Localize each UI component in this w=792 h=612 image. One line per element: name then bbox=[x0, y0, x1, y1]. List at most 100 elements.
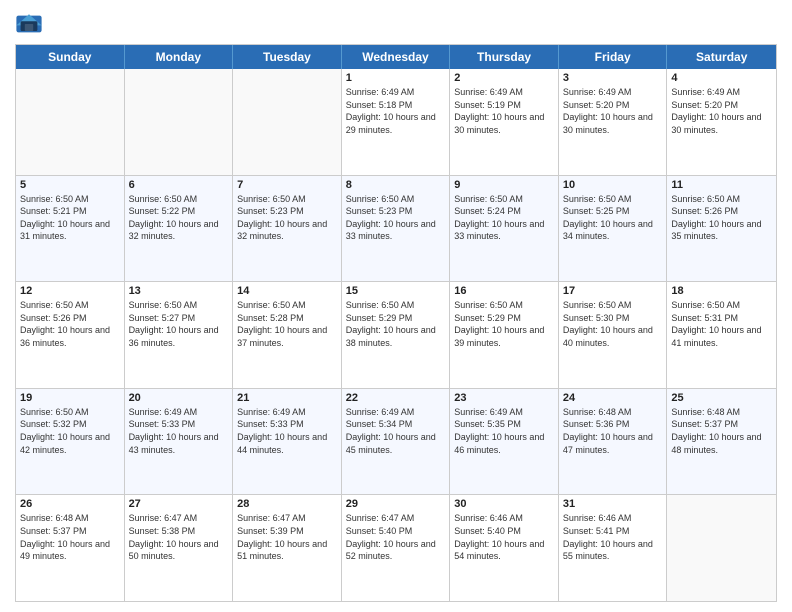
day-number: 6 bbox=[129, 179, 229, 191]
day-number: 16 bbox=[454, 285, 554, 297]
cal-header-sunday: Sunday bbox=[16, 45, 125, 69]
cal-cell-day-29: 29 Sunrise: 6:47 AMSunset: 5:40 PMDayligh… bbox=[342, 495, 451, 601]
cal-cell-day-15: 15Sunrise: 6:50 AMSunset: 5:29 PMDayligh… bbox=[342, 282, 451, 388]
cal-cell-day-21: 21 Sunrise: 6:49 AMSunset: 5:33 PMDayligh… bbox=[233, 389, 342, 495]
day-number: 27 bbox=[129, 498, 229, 510]
cal-week-row-5: 26 Sunrise: 6:48 AMSunset: 5:37 PMDayligh… bbox=[16, 494, 776, 601]
day-info: Sunrise: 6:49 AMSunset: 5:19 PMDaylight:… bbox=[454, 86, 554, 136]
day-number: 15 bbox=[346, 285, 446, 297]
cal-cell-empty bbox=[667, 495, 776, 601]
day-info: Sunrise: 6:49 AMSunset: 5:35 PMDaylight:… bbox=[454, 406, 554, 456]
cal-cell-day-30: 30 Sunrise: 6:46 AMSunset: 5:40 PMDayligh… bbox=[450, 495, 559, 601]
cal-cell-day-3: 3Sunrise: 6:49 AMSunset: 5:20 PMDaylight… bbox=[559, 69, 668, 175]
day-info: Sunrise: 6:49 AMSunset: 5:20 PMDaylight:… bbox=[671, 86, 772, 136]
cal-week-row-1: 1 Sunrise: 6:49 AMSunset: 5:18 PMDaylight… bbox=[16, 69, 776, 175]
day-info: Sunrise: 6:48 AMSunset: 5:36 PMDaylight:… bbox=[563, 406, 663, 456]
day-number: 29 bbox=[346, 498, 446, 510]
cal-cell-day-19: 19 Sunrise: 6:50 AMSunset: 5:32 PMDayligh… bbox=[16, 389, 125, 495]
cal-header-wednesday: Wednesday bbox=[342, 45, 451, 69]
day-info: Sunrise: 6:49 AMSunset: 5:33 PMDaylight:… bbox=[129, 406, 229, 456]
cal-cell-day-9: 9Sunrise: 6:50 AMSunset: 5:24 PMDaylight… bbox=[450, 176, 559, 282]
cal-cell-day-14: 14 Sunrise: 6:50 AMSunset: 5:28 PMDayligh… bbox=[233, 282, 342, 388]
day-info: Sunrise: 6:49 AMSunset: 5:33 PMDaylight:… bbox=[237, 406, 337, 456]
logo bbox=[15, 10, 47, 38]
day-number: 5 bbox=[20, 179, 120, 191]
day-number: 13 bbox=[129, 285, 229, 297]
day-info: Sunrise: 6:50 AMSunset: 5:23 PMDaylight:… bbox=[346, 193, 446, 243]
day-info: Sunrise: 6:50 AMSunset: 5:27 PMDaylight:… bbox=[129, 299, 229, 349]
day-number: 25 bbox=[671, 392, 772, 404]
day-number: 22 bbox=[346, 392, 446, 404]
cal-cell-day-25: 25 Sunrise: 6:48 AMSunset: 5:37 PMDayligh… bbox=[667, 389, 776, 495]
cal-cell-day-16: 16Sunrise: 6:50 AMSunset: 5:29 PMDayligh… bbox=[450, 282, 559, 388]
cal-cell-day-8: 8 Sunrise: 6:50 AMSunset: 5:23 PMDaylight… bbox=[342, 176, 451, 282]
day-number: 9 bbox=[454, 179, 554, 191]
page: SundayMondayTuesdayWednesdayThursdayFrid… bbox=[0, 0, 792, 612]
cal-header-friday: Friday bbox=[559, 45, 668, 69]
day-info: Sunrise: 6:50 AMSunset: 5:28 PMDaylight:… bbox=[237, 299, 337, 349]
cal-cell-day-20: 20 Sunrise: 6:49 AMSunset: 5:33 PMDayligh… bbox=[125, 389, 234, 495]
day-number: 1 bbox=[346, 72, 446, 84]
cal-cell-day-28: 28Sunrise: 6:47 AMSunset: 5:39 PMDayligh… bbox=[233, 495, 342, 601]
cal-cell-day-27: 27 Sunrise: 6:47 AMSunset: 5:38 PMDayligh… bbox=[125, 495, 234, 601]
cal-cell-day-5: 5 Sunrise: 6:50 AMSunset: 5:21 PMDaylight… bbox=[16, 176, 125, 282]
day-number: 7 bbox=[237, 179, 337, 191]
day-number: 17 bbox=[563, 285, 663, 297]
day-number: 20 bbox=[129, 392, 229, 404]
cal-cell-empty bbox=[125, 69, 234, 175]
cal-cell-day-10: 10 Sunrise: 6:50 AMSunset: 5:25 PMDayligh… bbox=[559, 176, 668, 282]
cal-cell-day-18: 18 Sunrise: 6:50 AMSunset: 5:31 PMDayligh… bbox=[667, 282, 776, 388]
cal-cell-day-17: 17 Sunrise: 6:50 AMSunset: 5:30 PMDayligh… bbox=[559, 282, 668, 388]
day-number: 18 bbox=[671, 285, 772, 297]
day-number: 19 bbox=[20, 392, 120, 404]
cal-cell-day-7: 7Sunrise: 6:50 AMSunset: 5:23 PMDaylight… bbox=[233, 176, 342, 282]
day-number: 4 bbox=[671, 72, 772, 84]
cal-cell-day-12: 12Sunrise: 6:50 AMSunset: 5:26 PMDayligh… bbox=[16, 282, 125, 388]
day-info: Sunrise: 6:50 AMSunset: 5:25 PMDaylight:… bbox=[563, 193, 663, 243]
cal-cell-day-1: 1 Sunrise: 6:49 AMSunset: 5:18 PMDaylight… bbox=[342, 69, 451, 175]
cal-cell-day-6: 6 Sunrise: 6:50 AMSunset: 5:22 PMDaylight… bbox=[125, 176, 234, 282]
day-info: Sunrise: 6:50 AMSunset: 5:26 PMDaylight:… bbox=[20, 299, 120, 349]
day-number: 8 bbox=[346, 179, 446, 191]
cal-cell-day-11: 11 Sunrise: 6:50 AMSunset: 5:26 PMDayligh… bbox=[667, 176, 776, 282]
day-number: 26 bbox=[20, 498, 120, 510]
cal-week-row-4: 19 Sunrise: 6:50 AMSunset: 5:32 PMDayligh… bbox=[16, 388, 776, 495]
cal-cell-day-24: 24Sunrise: 6:48 AMSunset: 5:36 PMDayligh… bbox=[559, 389, 668, 495]
cal-cell-day-22: 22Sunrise: 6:49 AMSunset: 5:34 PMDayligh… bbox=[342, 389, 451, 495]
cal-cell-day-31: 31 Sunrise: 6:46 AMSunset: 5:41 PMDayligh… bbox=[559, 495, 668, 601]
day-number: 11 bbox=[671, 179, 772, 191]
day-number: 31 bbox=[563, 498, 663, 510]
cal-cell-empty bbox=[233, 69, 342, 175]
cal-cell-day-4: 4 Sunrise: 6:49 AMSunset: 5:20 PMDaylight… bbox=[667, 69, 776, 175]
day-number: 23 bbox=[454, 392, 554, 404]
day-info: Sunrise: 6:50 AMSunset: 5:21 PMDaylight:… bbox=[20, 193, 120, 243]
day-info: Sunrise: 6:48 AMSunset: 5:37 PMDaylight:… bbox=[671, 406, 772, 456]
day-number: 10 bbox=[563, 179, 663, 191]
day-info: Sunrise: 6:47 AMSunset: 5:40 PMDaylight:… bbox=[346, 512, 446, 562]
day-number: 2 bbox=[454, 72, 554, 84]
day-number: 14 bbox=[237, 285, 337, 297]
day-info: Sunrise: 6:49 AMSunset: 5:18 PMDaylight:… bbox=[346, 86, 446, 136]
cal-header-tuesday: Tuesday bbox=[233, 45, 342, 69]
cal-header-thursday: Thursday bbox=[450, 45, 559, 69]
day-info: Sunrise: 6:46 AMSunset: 5:40 PMDaylight:… bbox=[454, 512, 554, 562]
calendar: SundayMondayTuesdayWednesdayThursdayFrid… bbox=[15, 44, 777, 602]
day-info: Sunrise: 6:50 AMSunset: 5:30 PMDaylight:… bbox=[563, 299, 663, 349]
cal-header-saturday: Saturday bbox=[667, 45, 776, 69]
cal-cell-day-13: 13 Sunrise: 6:50 AMSunset: 5:27 PMDayligh… bbox=[125, 282, 234, 388]
cal-cell-empty bbox=[16, 69, 125, 175]
day-info: Sunrise: 6:49 AMSunset: 5:20 PMDaylight:… bbox=[563, 86, 663, 136]
day-info: Sunrise: 6:50 AMSunset: 5:32 PMDaylight:… bbox=[20, 406, 120, 456]
day-info: Sunrise: 6:47 AMSunset: 5:38 PMDaylight:… bbox=[129, 512, 229, 562]
calendar-header-row: SundayMondayTuesdayWednesdayThursdayFrid… bbox=[16, 45, 776, 69]
cal-week-row-3: 12Sunrise: 6:50 AMSunset: 5:26 PMDayligh… bbox=[16, 281, 776, 388]
day-info: Sunrise: 6:50 AMSunset: 5:22 PMDaylight:… bbox=[129, 193, 229, 243]
cal-week-row-2: 5 Sunrise: 6:50 AMSunset: 5:21 PMDaylight… bbox=[16, 175, 776, 282]
day-info: Sunrise: 6:48 AMSunset: 5:37 PMDaylight:… bbox=[20, 512, 120, 562]
logo-icon bbox=[15, 10, 43, 38]
day-number: 30 bbox=[454, 498, 554, 510]
day-info: Sunrise: 6:50 AMSunset: 5:26 PMDaylight:… bbox=[671, 193, 772, 243]
day-info: Sunrise: 6:46 AMSunset: 5:41 PMDaylight:… bbox=[563, 512, 663, 562]
day-info: Sunrise: 6:50 AMSunset: 5:31 PMDaylight:… bbox=[671, 299, 772, 349]
day-number: 21 bbox=[237, 392, 337, 404]
